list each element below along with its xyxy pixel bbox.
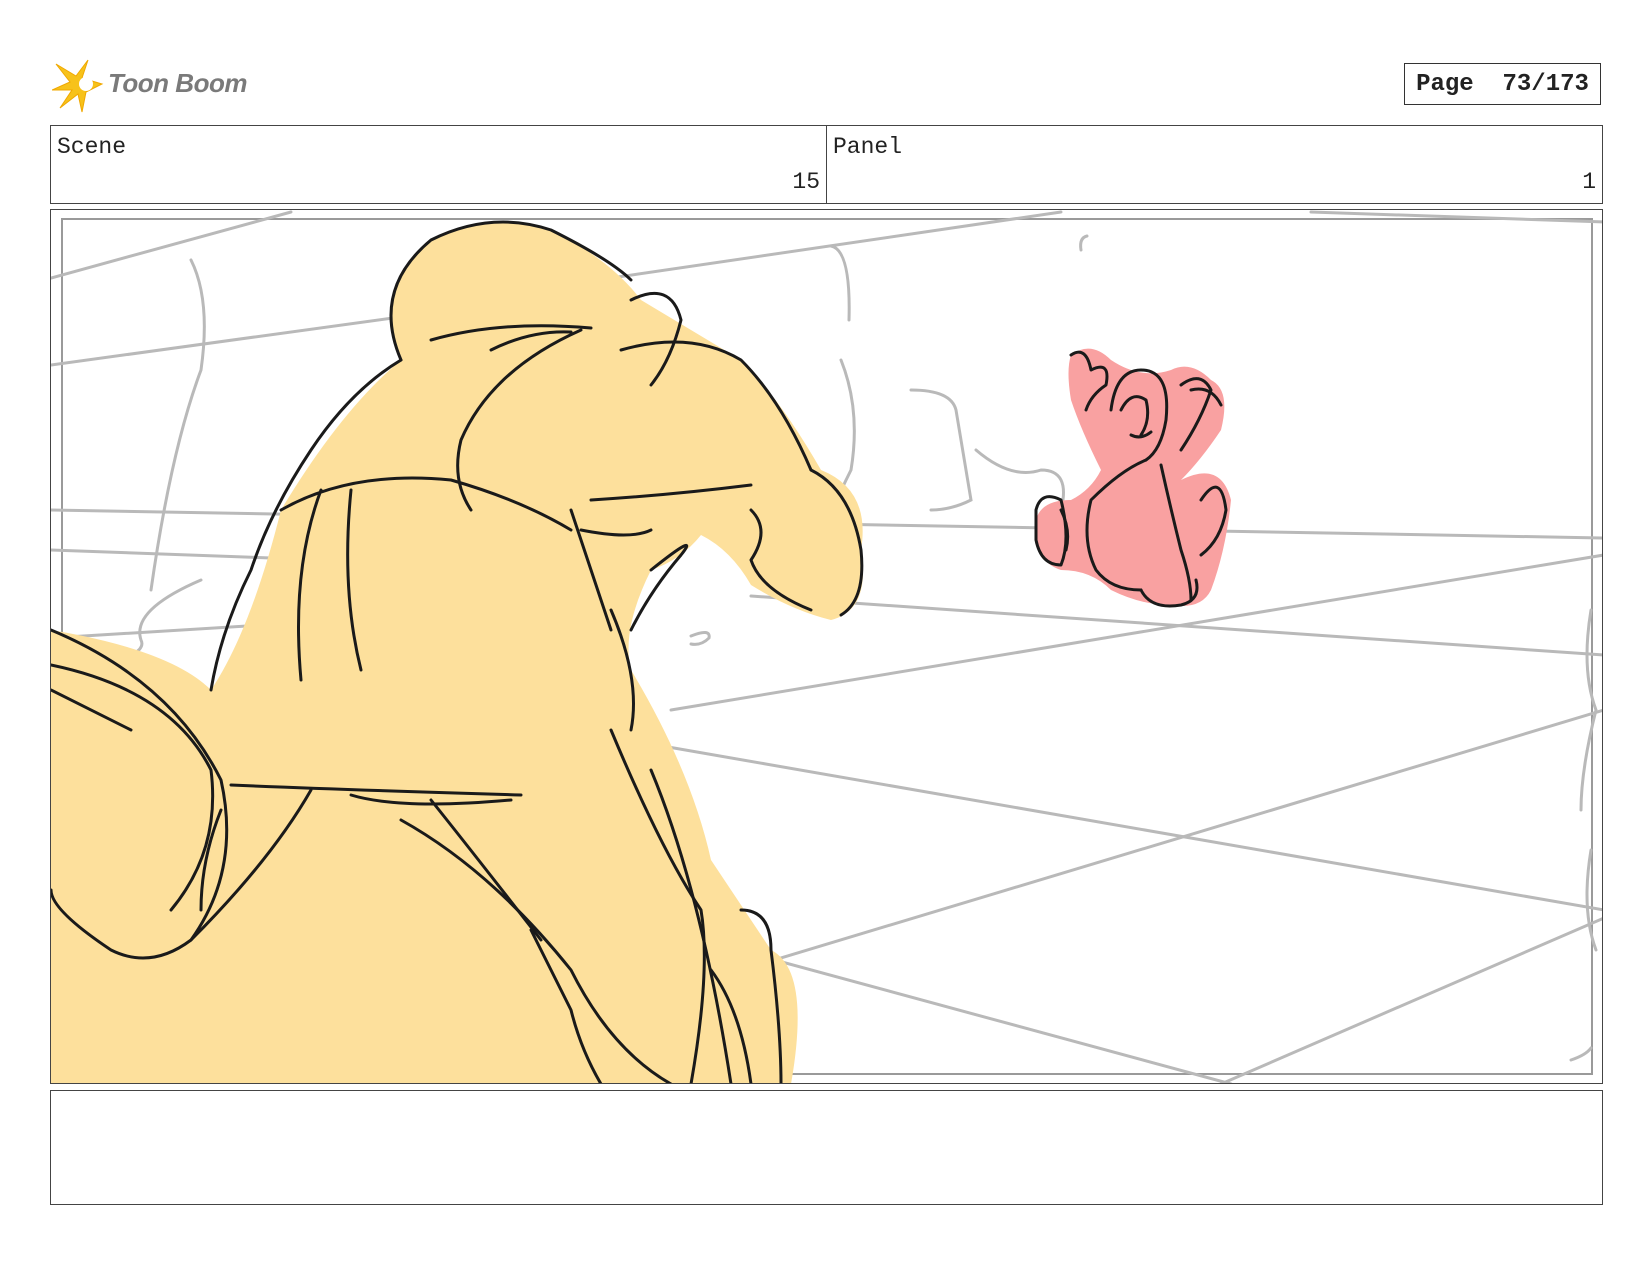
toon-boom-logo: Toon Boom <box>52 56 252 116</box>
pink-creature <box>1034 348 1231 608</box>
scene-panel-header: Scene 15 Panel 1 <box>50 125 1603 204</box>
scene-cell: Scene 15 <box>51 126 826 203</box>
panel-notes-area <box>50 1090 1603 1205</box>
panel-number: 1 <box>1582 169 1596 195</box>
scene-label: Scene <box>57 134 127 160</box>
starburst-icon <box>52 59 104 113</box>
logo-wordmark: Toon Boom <box>108 68 247 98</box>
page-number: 73/173 <box>1502 70 1589 98</box>
crouching-figure <box>51 220 864 1083</box>
sketch-drawing <box>51 210 1602 1083</box>
panel-cell: Panel 1 <box>826 126 1602 203</box>
storyboard-panel-image <box>50 209 1603 1084</box>
page-label: Page <box>1416 70 1474 98</box>
page-indicator: Page 73/173 <box>1404 63 1601 105</box>
panel-label: Panel <box>833 134 903 160</box>
scene-number: 15 <box>792 169 820 195</box>
